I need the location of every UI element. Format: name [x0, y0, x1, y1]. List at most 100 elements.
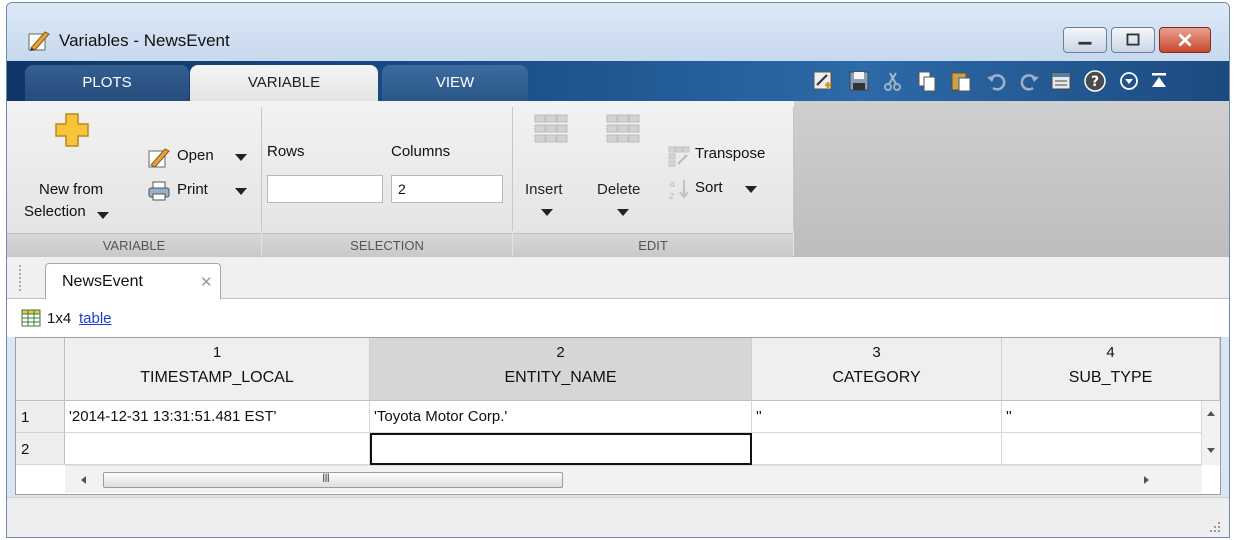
ribbon-section-edit: Insert Delete Transpose a z Sort EDIT	[513, 101, 793, 257]
variable-dims: 1x4	[47, 310, 72, 327]
column-name: TIMESTAMP_LOCAL	[140, 369, 294, 386]
rows-input[interactable]	[267, 175, 383, 203]
insert-rows-icon	[534, 114, 568, 143]
column-header-4[interactable]: 4 SUB_TYPE	[1002, 338, 1220, 401]
minimize-toolstrip-icon[interactable]	[1117, 69, 1141, 93]
save-icon[interactable]	[847, 69, 871, 93]
section-footer-selection: SELECTION	[262, 233, 512, 257]
table-cell[interactable]	[752, 433, 1002, 465]
chevron-down-icon	[97, 212, 109, 219]
open-label: Open	[177, 147, 214, 164]
column-header-3[interactable]: 3 CATEGORY	[752, 338, 1002, 401]
new-from-selection-button[interactable]: New from Selection	[17, 109, 125, 225]
rows-label: Rows	[267, 143, 305, 160]
chevron-down-icon	[745, 186, 757, 193]
redo-icon[interactable]	[1017, 69, 1041, 93]
ribbon-section-variable: New from Selection Open Print VARIABLE	[7, 101, 261, 257]
table-cell[interactable]	[65, 433, 370, 465]
open-button[interactable]: Open	[145, 143, 257, 171]
active-cell[interactable]	[370, 433, 752, 465]
svg-text:z: z	[669, 191, 674, 201]
document-tab-bar: NewsEvent ✕	[7, 257, 1229, 300]
maximize-button[interactable]	[1111, 27, 1155, 53]
cell-value: ''	[1006, 408, 1012, 425]
cell-value: ''	[756, 408, 762, 425]
close-icon	[1178, 33, 1192, 47]
variables-window: Variables - NewsEvent PLOTS VARIABLE VIE…	[6, 2, 1230, 538]
ribbon-empty-area	[794, 101, 1229, 257]
cut-icon[interactable]	[881, 69, 905, 93]
chevron-down-icon	[541, 209, 553, 216]
tab-plots[interactable]: PLOTS	[25, 65, 189, 101]
row-number: 2	[21, 441, 30, 458]
delete-rows-icon	[606, 114, 640, 143]
document-tab-label: NewsEvent	[62, 273, 143, 290]
table-cell[interactable]: ''	[1002, 401, 1202, 433]
column-header-2[interactable]: 2 ENTITY_NAME	[370, 338, 752, 401]
sort-icon: a z	[669, 179, 689, 201]
column-header-1[interactable]: 1 TIMESTAMP_LOCAL	[65, 338, 370, 401]
title-bar: Variables - NewsEvent	[7, 3, 1229, 61]
drag-handle[interactable]	[19, 265, 23, 291]
table-cell[interactable]: '2014-12-31 13:31:51.481 EST'	[65, 401, 370, 433]
copy-icon[interactable]	[915, 69, 939, 93]
transpose-label: Transpose	[695, 145, 766, 162]
column-number: 4	[1106, 344, 1115, 361]
scroll-down-icon[interactable]	[1206, 447, 1216, 455]
undo-icon[interactable]	[985, 69, 1009, 93]
undock-icon[interactable]	[1147, 69, 1171, 93]
paste-icon[interactable]	[949, 69, 973, 93]
transpose-button[interactable]: Transpose	[665, 141, 789, 169]
selection-label: Selection	[24, 203, 86, 220]
print-button[interactable]: Print	[145, 177, 257, 205]
tab-variable[interactable]: VARIABLE	[190, 65, 378, 101]
document-tab-newsevent[interactable]: NewsEvent ✕	[45, 263, 221, 300]
close-tab-icon[interactable]: ✕	[200, 273, 213, 291]
table-icon	[21, 309, 41, 327]
sort-label: Sort	[695, 179, 723, 196]
status-bar	[7, 497, 1229, 537]
chevron-down-icon	[617, 209, 629, 216]
row-header-2[interactable]: 2	[16, 433, 65, 465]
transpose-icon	[668, 146, 690, 167]
delete-label: Delete	[597, 181, 641, 198]
scroll-thumb-grip: III	[322, 471, 330, 485]
tab-view[interactable]: VIEW	[382, 65, 528, 101]
scroll-left-icon[interactable]	[79, 475, 87, 485]
column-number: 1	[212, 344, 222, 361]
maximize-icon	[1126, 33, 1140, 46]
table-cell[interactable]: ''	[752, 401, 1002, 433]
ribbon: New from Selection Open Print VARIABLE R…	[7, 101, 1229, 257]
resize-grip-icon[interactable]	[1209, 521, 1221, 533]
columns-input[interactable]	[391, 175, 503, 203]
cell-value: '2014-12-31 13:31:51.481 EST'	[69, 408, 277, 425]
horizontal-scrollbar[interactable]: III	[65, 465, 1202, 493]
new-variable-icon[interactable]	[811, 69, 835, 93]
table-cell[interactable]: 'Toyota Motor Corp.'	[370, 401, 752, 433]
variable-type-link[interactable]: table	[79, 310, 112, 327]
sort-button[interactable]: a z Sort	[665, 175, 789, 203]
grid-corner[interactable]	[16, 338, 65, 401]
vertical-scrollbar[interactable]	[1202, 401, 1220, 465]
scroll-up-icon[interactable]	[1206, 409, 1216, 417]
ribbon-section-selection: Rows Columns SELECTION	[262, 101, 512, 257]
scroll-right-icon[interactable]	[1143, 475, 1151, 485]
column-name: CATEGORY	[832, 369, 921, 386]
close-button[interactable]	[1159, 27, 1211, 53]
minimize-button[interactable]	[1063, 27, 1107, 53]
table-cell[interactable]	[1002, 433, 1202, 465]
delete-button[interactable]: Delete	[591, 109, 655, 225]
new-from-label: New from	[39, 181, 104, 198]
columns-label: Columns	[391, 143, 451, 160]
column-number: 3	[872, 344, 881, 361]
switch-windows-icon[interactable]	[1049, 69, 1073, 93]
help-icon[interactable]: ?	[1083, 69, 1107, 93]
minimize-icon	[1078, 41, 1092, 45]
horizontal-scroll-thumb[interactable]: III	[103, 471, 563, 488]
chevron-down-icon	[235, 188, 247, 195]
column-name: SUB_TYPE	[1068, 369, 1153, 386]
insert-button[interactable]: Insert	[521, 109, 583, 225]
window-title: Variables - NewsEvent	[59, 31, 230, 50]
row-header-1[interactable]: 1	[16, 401, 65, 433]
column-name: ENTITY_NAME	[504, 369, 617, 386]
